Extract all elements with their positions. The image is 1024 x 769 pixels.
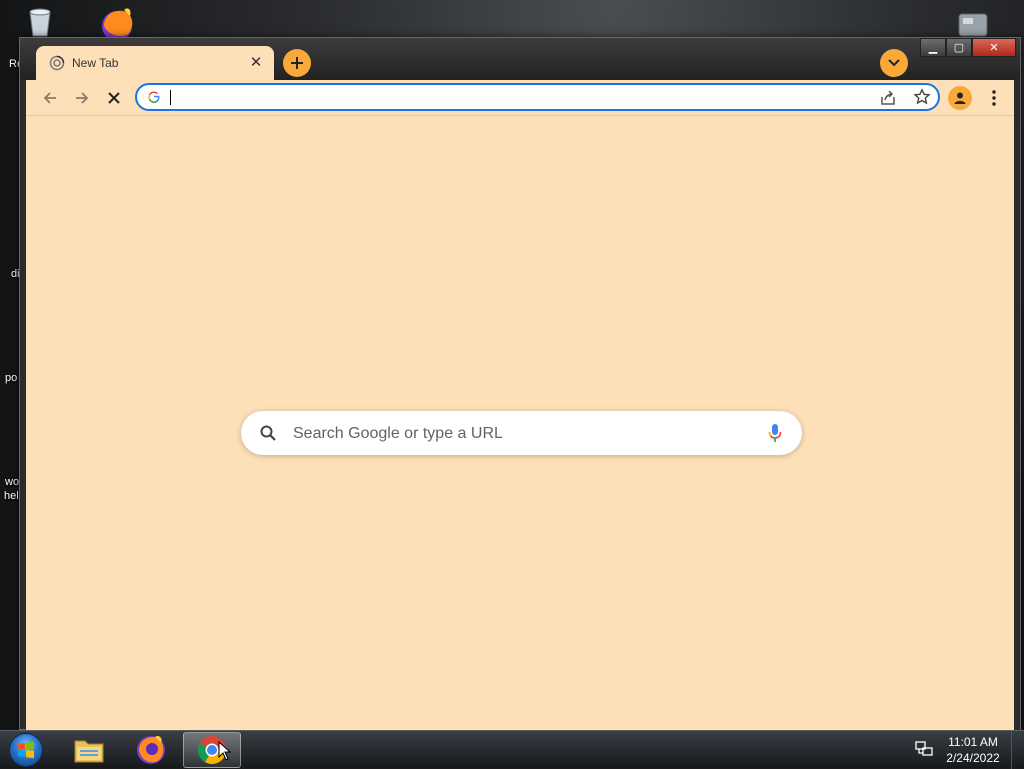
window-controls: ▁ ▢ ✕ (920, 38, 1016, 58)
clock-date: 2/24/2022 (946, 751, 1000, 765)
maximize-button[interactable]: ▢ (946, 38, 972, 57)
start-button[interactable] (6, 731, 46, 769)
minimize-button[interactable]: ▁ (920, 38, 946, 57)
recycle-bin-icon[interactable] (22, 6, 58, 38)
person-icon (954, 92, 966, 104)
stop-x-icon (108, 92, 120, 104)
share-icon[interactable] (879, 89, 897, 107)
new-tab-page: Search Google or type a URL (26, 116, 1014, 730)
tab-close-icon[interactable]: ✕ (246, 53, 266, 73)
firefox-icon (137, 735, 165, 764)
windows-logo-icon (9, 733, 43, 767)
back-arrow-icon (43, 92, 56, 104)
back-button[interactable] (36, 84, 64, 112)
tab-title: New Tab (72, 56, 119, 70)
bookmark-star-icon[interactable] (913, 88, 931, 106)
firefox-desktop-icon[interactable] (94, 6, 140, 41)
search-icon (259, 424, 277, 442)
vertical-dots-icon (992, 90, 996, 106)
desktop-label-wo: wo (5, 476, 20, 488)
system-clock[interactable]: 11:01 AM 2/24/2022 (938, 734, 1008, 766)
browser-window: New Tab ✕ ▁ ▢ ✕ Search Google or type a … (19, 37, 1021, 730)
forward-button[interactable] (68, 84, 96, 112)
close-window-button[interactable]: ✕ (972, 38, 1016, 57)
chevron-down-icon (888, 59, 900, 67)
ntp-search-placeholder: Search Google or type a URL (293, 425, 503, 442)
stop-loading-button[interactable] (100, 84, 128, 112)
desktop-drive-icon[interactable] (955, 10, 991, 38)
profile-button[interactable] (948, 86, 972, 110)
show-desktop-button[interactable] (1011, 731, 1024, 769)
text-caret (170, 90, 171, 105)
new-tab-button[interactable] (283, 49, 311, 77)
plus-icon (291, 57, 303, 69)
forward-arrow-icon (76, 92, 89, 104)
taskbar-chrome[interactable] (183, 732, 241, 768)
google-g-icon (147, 90, 161, 104)
tab-search-button[interactable] (880, 49, 908, 77)
tab-new-tab[interactable]: New Tab ✕ (36, 46, 274, 80)
taskbar: 11:01 AM 2/24/2022 (0, 730, 1024, 769)
taskbar-explorer[interactable] (60, 732, 118, 768)
microphone-icon[interactable] (768, 423, 782, 443)
mouse-cursor-icon (218, 741, 232, 761)
address-input[interactable] (169, 87, 863, 109)
ntp-search-box[interactable]: Search Google or type a URL (241, 411, 802, 455)
taskbar-firefox[interactable] (122, 732, 180, 768)
folder-icon (74, 740, 104, 763)
desktop-label-po: po (5, 372, 18, 384)
network-icon[interactable] (914, 740, 934, 758)
window-border-right (1014, 116, 1020, 730)
chrome-menu-button[interactable] (982, 86, 1006, 110)
loading-favicon-icon (49, 55, 65, 71)
clock-time: 11:01 AM (948, 735, 998, 749)
desktop-label-hel: hel (4, 490, 19, 502)
toolbar (26, 80, 1014, 116)
address-bar[interactable] (135, 83, 940, 111)
title-bar[interactable]: New Tab ✕ ▁ ▢ ✕ (20, 38, 1020, 80)
